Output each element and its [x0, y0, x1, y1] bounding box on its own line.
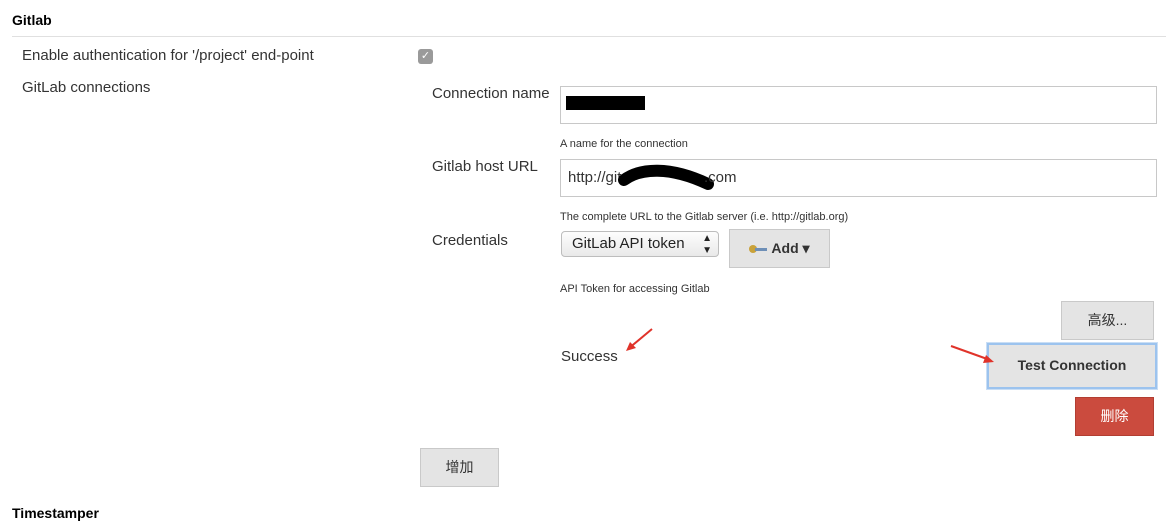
add-connection-button[interactable]: 增加 — [420, 448, 499, 487]
jenkins-config-page: Gitlab Enable authentication for '/proje… — [0, 0, 1166, 532]
connection-name-label: Connection name — [432, 85, 550, 102]
connections-label: GitLab connections — [22, 79, 151, 96]
credentials-select[interactable]: GitLab API token ▲ ▼ — [561, 231, 719, 257]
advanced-button[interactable]: 高级... — [1061, 301, 1154, 340]
connection-name-input[interactable] — [560, 86, 1157, 124]
connection-status-text: Success — [561, 348, 618, 365]
section-divider — [12, 36, 1166, 37]
annotation-arrow-success — [626, 328, 653, 351]
key-icon — [749, 245, 768, 254]
annotation-arrow-test — [950, 345, 994, 363]
credentials-help: API Token for accessing Gitlab — [560, 283, 710, 295]
section-title: Gitlab — [12, 12, 52, 28]
redaction-block — [566, 96, 645, 110]
connection-name-help: A name for the connection — [560, 138, 688, 150]
host-url-label: Gitlab host URL — [432, 158, 538, 175]
delete-connection-button[interactable]: 删除 — [1075, 397, 1154, 436]
host-url-help: The complete URL to the Gitlab server (i… — [560, 211, 849, 223]
add-credentials-button[interactable]: Add ▾ — [729, 229, 830, 268]
auth-label: Enable authentication for '/project' end… — [22, 47, 314, 64]
redaction-scribble — [618, 164, 714, 190]
host-url-suffix: .com — [704, 169, 737, 186]
host-url-prefix: http://git. — [568, 169, 626, 186]
select-arrows-icon: ▲ ▼ — [702, 233, 712, 256]
test-connection-button[interactable]: Test Connection — [987, 343, 1157, 389]
auth-checkbox[interactable]: ✓ — [418, 49, 433, 64]
next-section-title: Timestamper — [12, 505, 99, 521]
credentials-label: Credentials — [432, 232, 508, 249]
